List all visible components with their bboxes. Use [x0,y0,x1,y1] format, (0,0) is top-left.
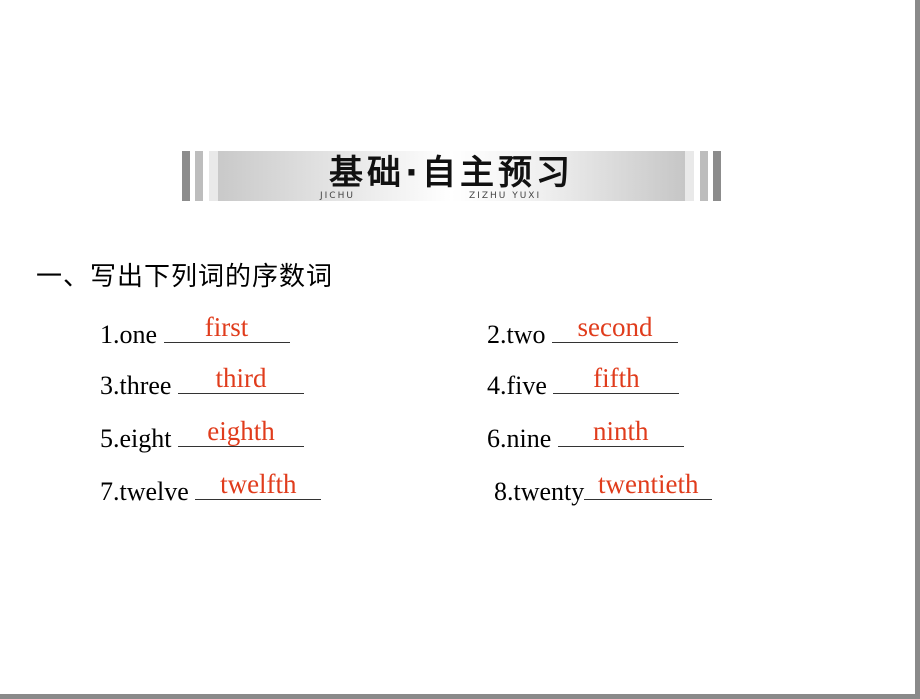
exercise-item: 5.eight eighth [100,416,304,454]
answer-text: fifth [593,363,640,393]
answer-text: eighth [207,416,275,446]
exercise-item: 6.nine ninth [487,416,684,454]
exercise-prompt: 4.five [487,371,547,400]
exercise-prompt: 1.one [100,320,158,349]
exercise-prompt: 3.three [100,371,172,400]
answer-blank[interactable]: third [177,363,304,394]
answer-blank[interactable]: eighth [178,416,304,447]
answer-text: first [204,312,249,342]
answer-text: twentieth [598,469,699,499]
exercise-item: 2.two second [487,312,678,350]
slide-frame-right [915,0,920,699]
answer-blank[interactable]: ninth [557,416,684,447]
exercise-item: 3.three third [100,363,304,401]
banner-subtitle-left: JICHU [320,191,355,201]
answer-blank[interactable]: twelfth [195,469,322,500]
answer-text: second [577,312,653,342]
section-heading: 一、写出下列词的序数词 [36,262,334,292]
exercise-prompt: 5.eight [100,424,172,453]
answer-text: twelfth [220,469,297,499]
answer-blank[interactable]: first [163,312,290,343]
exercise-item: 4.five fifth [487,363,680,401]
exercise-item: 8.twenty twentieth [494,469,713,507]
answer-text: ninth [593,416,649,446]
answer-blank[interactable]: second [552,312,678,343]
exercise-prompt: 2.two [487,320,546,349]
exercise-prompt: 6.nine [487,424,552,453]
section-banner: 基础·自主预习 JICHU ZIZHU YUXI [182,151,721,201]
exercise-item: 1.one first [100,312,290,350]
exercise-prompt: 8.twenty [494,477,585,506]
exercise-item: 7.twelve twelfth [100,469,322,507]
answer-blank[interactable]: twentieth [584,469,713,500]
answer-blank[interactable]: fifth [553,363,680,394]
answer-text: third [215,363,267,393]
banner-title: 基础·自主预习 [329,153,574,193]
slide-frame-bottom [0,694,920,699]
banner-subtitle-right: ZIZHU YUXI [469,191,542,201]
exercise-prompt: 7.twelve [100,477,189,506]
